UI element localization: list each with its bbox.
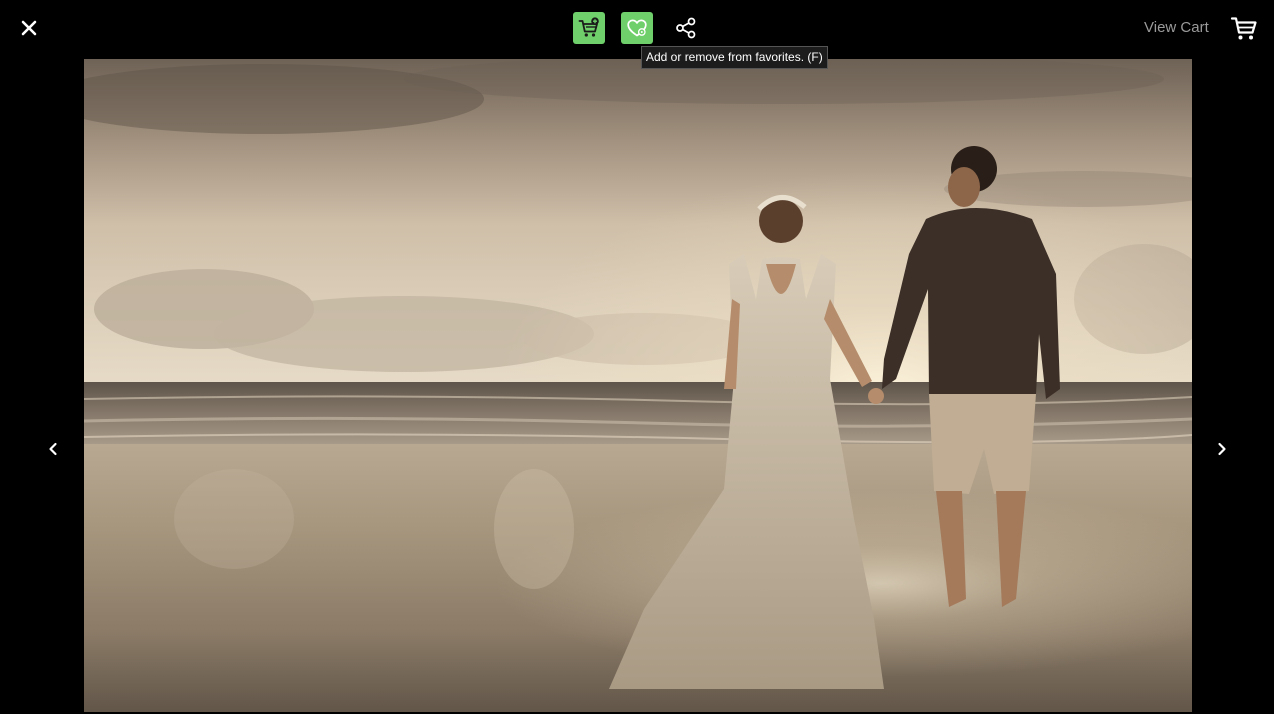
- add-to-cart-button[interactable]: [573, 12, 605, 44]
- chevron-right-icon: [1218, 442, 1226, 456]
- share-icon: [676, 17, 696, 39]
- previous-photo-button[interactable]: [42, 438, 64, 460]
- view-cart-button[interactable]: [1230, 14, 1258, 42]
- share-button[interactable]: [670, 12, 702, 44]
- favorite-tooltip: Add or remove from favorites. (F): [641, 46, 828, 69]
- view-cart-link[interactable]: View Cart: [1144, 18, 1209, 38]
- photo: [84, 59, 1192, 712]
- favorite-button[interactable]: [621, 12, 653, 44]
- close-button[interactable]: [16, 14, 42, 42]
- cart-icon: [1230, 17, 1257, 40]
- cart-plus-icon: [578, 17, 599, 37]
- beach-couple-photo: [84, 59, 1192, 712]
- next-photo-button[interactable]: [1211, 438, 1233, 460]
- heart-icon: [627, 19, 647, 37]
- lightbox-toolbar: Add or remove from favorites. (F) View C…: [0, 0, 1274, 69]
- chevron-left-icon: [49, 442, 57, 456]
- close-icon: [21, 20, 37, 36]
